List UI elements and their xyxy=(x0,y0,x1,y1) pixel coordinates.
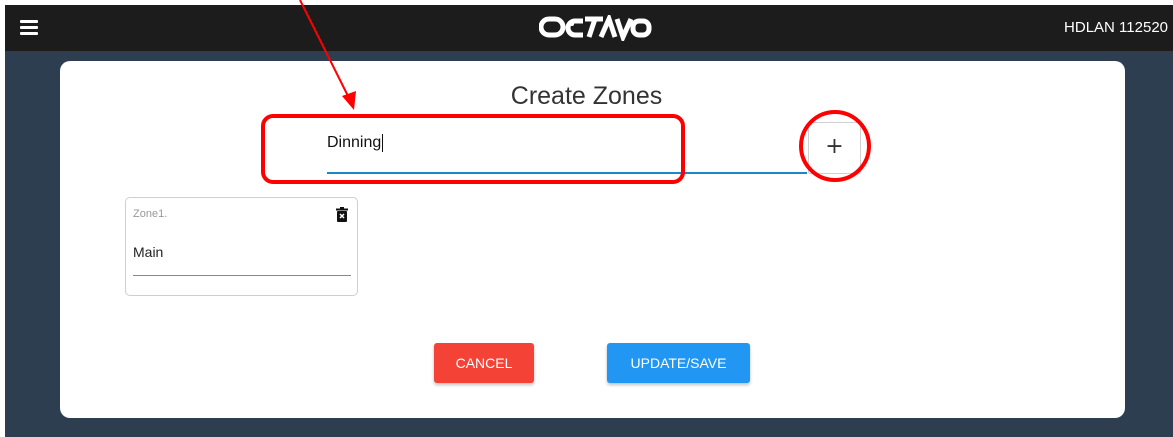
annotation-arrow xyxy=(299,0,356,110)
